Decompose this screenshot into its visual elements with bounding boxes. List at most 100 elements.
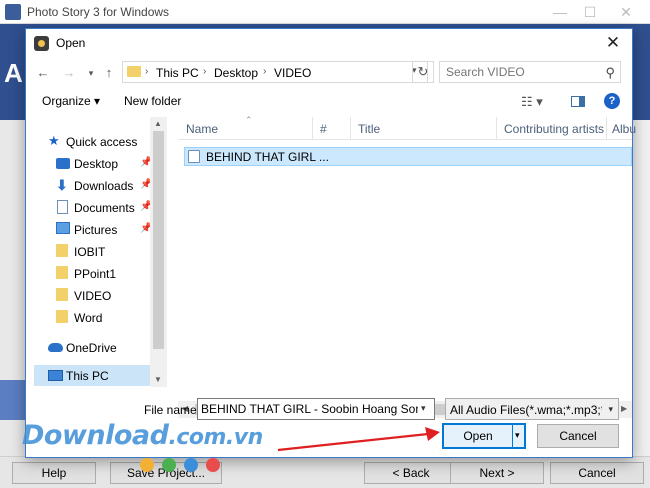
annotation-arrow-icon — [277, 427, 440, 452]
background-window-title: Photo Story 3 for Windows — [27, 5, 170, 19]
split-divider — [512, 425, 513, 447]
folder-icon — [127, 66, 141, 77]
column-contributing-artists[interactable]: Contributing artists — [504, 122, 604, 136]
maximize-button[interactable]: ☐ — [578, 3, 602, 21]
column-name[interactable]: Name — [186, 122, 218, 136]
forward-arrow-icon[interactable]: → — [60, 64, 78, 82]
dialog-title: Open — [56, 36, 86, 50]
scroll-up-icon[interactable]: ▲ — [154, 119, 162, 128]
nav-item-label: IOBIT — [74, 245, 106, 259]
column-number[interactable]: # — [320, 122, 327, 136]
computer-icon — [48, 370, 63, 381]
breadcrumb-this-pc[interactable]: This PC — [156, 66, 199, 80]
back-button[interactable]: < Back — [364, 462, 458, 484]
breadcrumb-video[interactable]: VIDEO — [274, 66, 311, 80]
help-button[interactable]: Help — [12, 462, 96, 484]
folder-icon — [56, 244, 68, 257]
chevron-down-icon: ▾ — [608, 404, 613, 414]
watermark-dot — [206, 458, 220, 472]
column-divider[interactable] — [350, 117, 351, 140]
back-arrow-icon[interactable]: ← — [34, 64, 52, 82]
preview-pane-icon[interactable] — [571, 96, 585, 107]
nav-item-quick-access[interactable]: ★ Quick access — [34, 131, 158, 152]
nav-item-label: Desktop — [74, 157, 119, 171]
file-name: BEHIND THAT GIRL ... — [206, 150, 329, 164]
breadcrumb-desktop[interactable]: Desktop — [214, 66, 258, 80]
nav-item-documents[interactable]: Documents 📌 — [34, 197, 158, 218]
nav-item-this-pc[interactable]: This PC — [34, 365, 159, 386]
open-button[interactable]: Open ▾ — [442, 423, 526, 449]
minimize-button[interactable]: — — [548, 3, 572, 21]
open-options-chevron-icon[interactable]: ▾ — [515, 430, 520, 441]
folder-icon — [56, 288, 68, 301]
help-icon[interactable]: ? — [604, 93, 620, 109]
file-name-input[interactable] — [197, 398, 435, 420]
scroll-right-icon[interactable]: ▶ — [621, 404, 627, 413]
open-file-dialog: Open ✕ ← → ▾ ↑ › This PC › Desktop › VID… — [25, 28, 636, 458]
file-list-pane: ⌃ Name # Title Contributing artists Albu… — [178, 115, 636, 418]
watermark-domain: .com.vn — [168, 425, 263, 450]
nav-item-label: Pictures — [74, 223, 118, 237]
view-options-icon[interactable]: ☷ ▾ — [521, 94, 543, 110]
watermark-brand: Download — [22, 420, 169, 451]
up-arrow-icon[interactable]: ↑ — [100, 64, 118, 82]
chevron-right-icon[interactable]: › — [263, 66, 266, 77]
nav-item-label: Quick access — [66, 135, 138, 149]
arrow-shaft — [277, 432, 429, 452]
chevron-right-icon[interactable]: › — [203, 66, 206, 77]
nav-item-ppoint1[interactable]: PPoint1 — [34, 263, 158, 284]
search-box[interactable]: ⚲ — [439, 61, 621, 83]
download-icon: ⬇ — [56, 177, 68, 193]
address-row: ← → ▾ ↑ › This PC › Desktop › VIDEO ▾ ↻ … — [26, 58, 632, 88]
organize-menu[interactable]: Organize ▾ — [42, 94, 100, 108]
nav-item-label: Documents — [74, 201, 135, 215]
scrollbar-thumb[interactable] — [153, 131, 164, 349]
cloud-icon — [48, 343, 63, 352]
nav-item-word[interactable]: Word — [34, 307, 158, 328]
nav-item-label: VIDEO — [74, 289, 112, 303]
nav-item-desktop[interactable]: Desktop 📌 — [34, 153, 158, 174]
documents-icon — [57, 200, 68, 214]
nav-item-onedrive[interactable]: OneDrive — [34, 337, 158, 358]
chevron-right-icon[interactable]: › — [145, 66, 148, 77]
background-close-button[interactable]: ✕ — [614, 3, 638, 21]
nav-item-label: PPoint1 — [74, 267, 117, 281]
arrow-head — [425, 427, 440, 441]
background-cancel-button[interactable]: Cancel — [550, 462, 644, 484]
cancel-button[interactable]: Cancel — [537, 424, 619, 448]
next-button[interactable]: Next > — [450, 462, 544, 484]
nav-item-video[interactable]: VIDEO — [34, 285, 158, 306]
file-type-select[interactable]: All Audio Files(*.wma;*.mp3;*.v ▾ — [445, 398, 619, 420]
column-divider[interactable] — [606, 117, 607, 140]
column-divider[interactable] — [312, 117, 313, 140]
photo-story-app-icon — [5, 4, 21, 20]
navigation-scrollbar[interactable]: ▲ ▼ — [150, 117, 167, 387]
nav-item-label: This PC — [66, 369, 109, 383]
nav-item-label: Word — [74, 311, 103, 325]
dialog-titlebar: Open ✕ — [26, 29, 632, 58]
nav-item-iobit[interactable]: IOBIT — [34, 241, 158, 262]
watermark-dot — [184, 458, 198, 472]
file-row[interactable]: BEHIND THAT GIRL ... — [184, 147, 632, 166]
watermark-dot — [140, 458, 154, 472]
recent-locations-chevron-icon[interactable]: ▾ — [82, 64, 100, 82]
refresh-icon[interactable]: ↻ — [412, 61, 434, 83]
folder-icon — [56, 266, 68, 279]
sort-ascending-icon: ⌃ — [245, 115, 253, 125]
new-folder-button[interactable]: New folder — [124, 94, 181, 108]
file-name-dropdown-icon[interactable]: ▾ — [421, 403, 426, 414]
pictures-icon — [56, 222, 70, 234]
search-input[interactable] — [440, 62, 600, 82]
column-album[interactable]: Albu — [612, 122, 636, 136]
dialog-close-button[interactable]: ✕ — [598, 31, 628, 55]
column-header-row: ⌃ Name # Title Contributing artists Albu — [178, 115, 636, 140]
column-title[interactable]: Title — [358, 122, 380, 136]
address-bar[interactable]: › This PC › Desktop › VIDEO ▾ — [122, 61, 428, 83]
column-divider[interactable] — [496, 117, 497, 140]
scroll-down-icon[interactable]: ▼ — [154, 375, 162, 384]
nav-item-pictures[interactable]: Pictures 📌 — [34, 219, 158, 240]
background-header-text: A — [4, 58, 23, 88]
search-icon[interactable]: ⚲ — [605, 65, 615, 81]
nav-item-downloads[interactable]: ⬇ Downloads 📌 — [34, 175, 158, 196]
download-watermark-logo: Download.com.vn — [22, 420, 263, 451]
